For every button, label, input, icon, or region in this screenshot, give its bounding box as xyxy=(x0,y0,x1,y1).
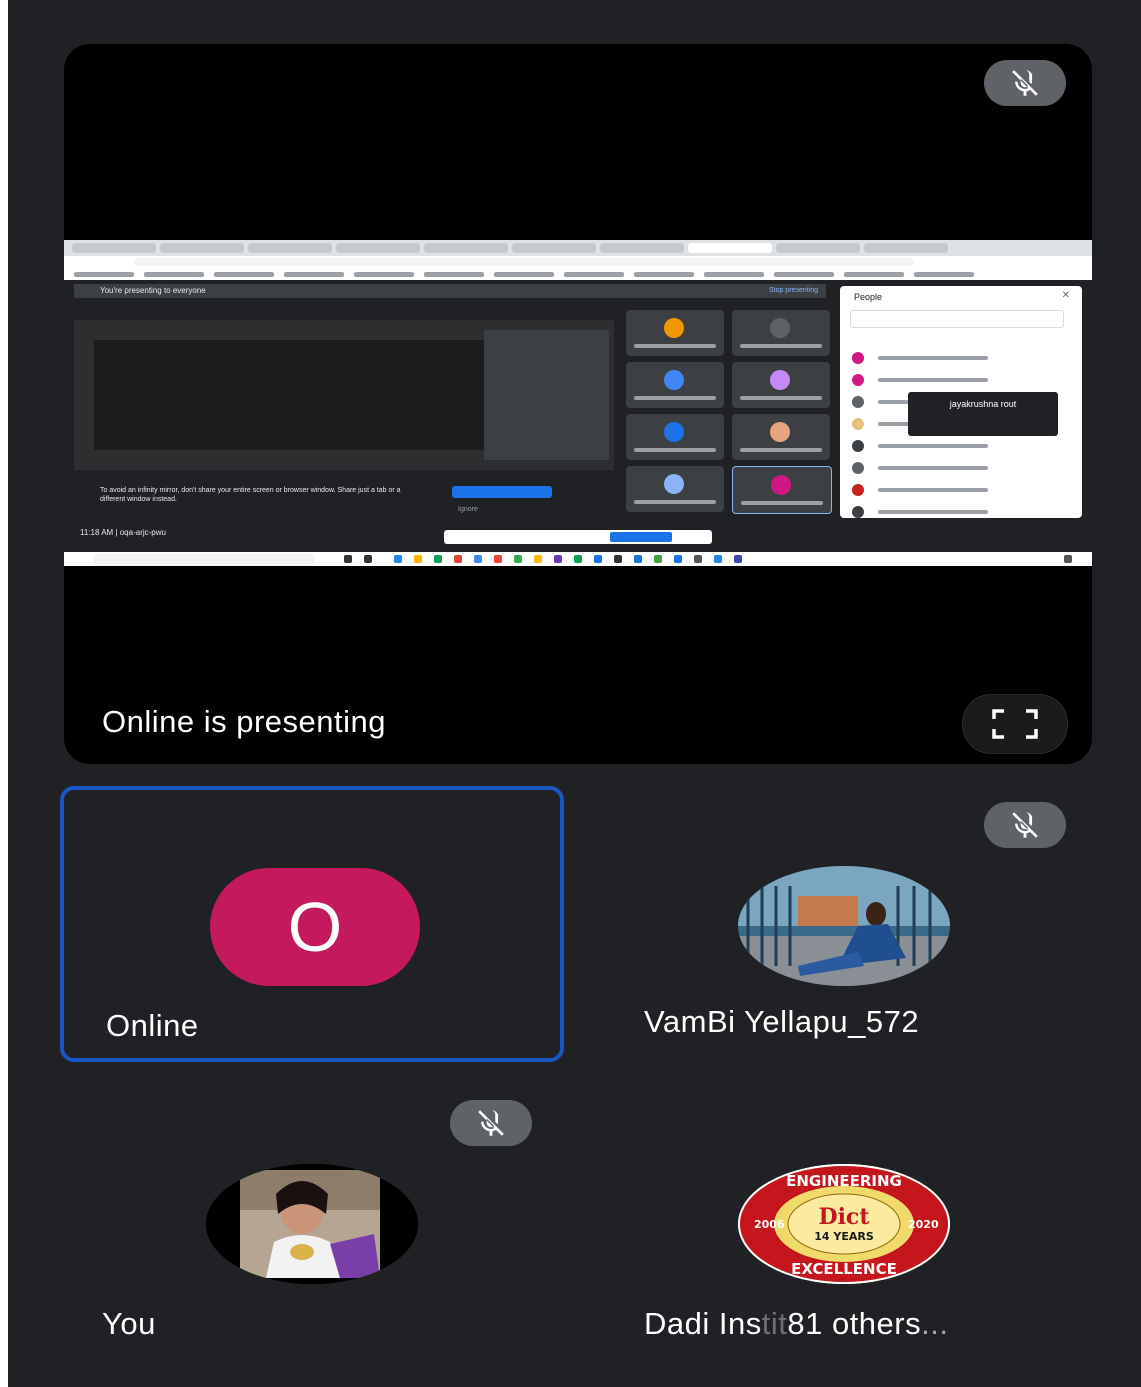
participant-tile-vambi[interactable]: VamBi Yellapu_572 xyxy=(578,786,1082,1062)
participant-tooltip: jayakrushna rout xyxy=(908,392,1058,436)
mic-off-icon xyxy=(984,60,1066,106)
shared-screen: You're presenting to everyone Stop prese… xyxy=(64,240,1092,566)
mini-tile-grid xyxy=(626,310,832,514)
participant-name: You xyxy=(102,1306,156,1341)
sharing-bar xyxy=(444,530,712,544)
mirror-warning-text: To avoid an infinity mirror, don't share… xyxy=(100,487,401,503)
ignore-label: Ignore xyxy=(458,506,478,513)
close-icon: ✕ xyxy=(1061,290,1070,301)
participant-tile-you[interactable]: You xyxy=(60,1090,564,1360)
taskbar-search xyxy=(94,554,314,564)
presenter-label: Online is presenting xyxy=(102,704,386,739)
svg-text:ENGINEERING: ENGINEERING xyxy=(786,1172,902,1190)
avatar xyxy=(738,866,950,986)
address-bar xyxy=(64,256,1092,268)
browser-tab-strip xyxy=(64,240,1092,256)
presentation-tile[interactable]: You're presenting to everyone Stop prese… xyxy=(64,44,1092,764)
others-count: 81 others xyxy=(787,1306,922,1341)
svg-text:2020: 2020 xyxy=(908,1218,939,1231)
mic-off-icon xyxy=(450,1100,532,1146)
stop-presenting-button xyxy=(452,486,552,498)
mic-off-icon xyxy=(984,802,1066,848)
fullscreen-icon xyxy=(992,709,1038,739)
fullscreen-button[interactable] xyxy=(962,694,1068,754)
svg-text:14 YEARS: 14 YEARS xyxy=(814,1230,874,1243)
people-search xyxy=(850,310,1064,328)
participant-name: Online xyxy=(106,1008,199,1043)
avatar xyxy=(206,1164,418,1284)
svg-text:2006: 2006 xyxy=(754,1218,785,1231)
participant-name: VamBi Yellapu_572 xyxy=(644,1004,920,1039)
shared-main-view xyxy=(74,320,614,470)
shared-meet-view: You're presenting to everyone Stop prese… xyxy=(64,280,1092,548)
svg-text:EXCELLENCE: EXCELLENCE xyxy=(791,1260,897,1278)
meeting-time-code: 11:18 AM | oqa-arjc-pwu xyxy=(80,528,166,537)
bookmarks-bar xyxy=(64,268,1092,280)
svg-text:Dict: Dict xyxy=(819,1204,871,1230)
participant-name: Dadi Instit81 others... xyxy=(644,1306,949,1341)
avatar: O xyxy=(210,868,420,986)
participant-tile-online[interactable]: O Online xyxy=(60,786,564,1062)
avatar: ENGINEERING EXCELLENCE 2006 2020 Dict 14… xyxy=(738,1164,950,1284)
windows-taskbar xyxy=(64,552,1092,566)
meet-app: You're presenting to everyone Stop prese… xyxy=(8,0,1141,1387)
stop-presenting-link: Stop presenting xyxy=(768,287,818,294)
participant-tile-others[interactable]: ENGINEERING EXCELLENCE 2006 2020 Dict 14… xyxy=(578,1090,1082,1360)
presenting-banner: You're presenting to everyone Stop prese… xyxy=(74,284,826,298)
